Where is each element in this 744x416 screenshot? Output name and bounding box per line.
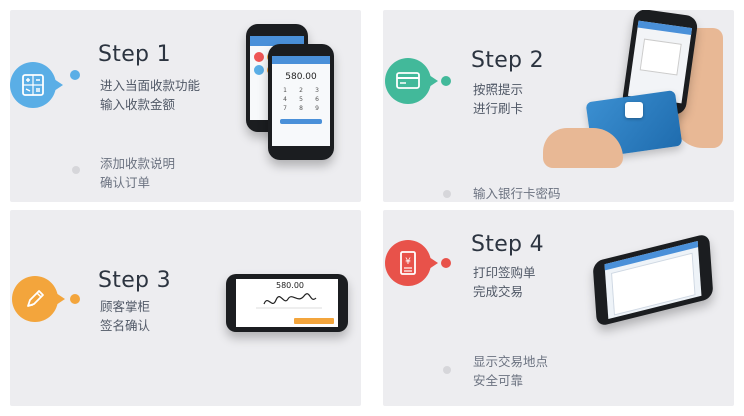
step-4-title: Step 4 bbox=[471, 232, 544, 257]
step-2-panel: Step 2 按照提示 进行刷卡 输入银行卡密码 bbox=[383, 10, 734, 202]
accent-dot bbox=[70, 294, 80, 304]
svg-text:¥: ¥ bbox=[405, 257, 411, 267]
phone-front: 580.00 123456789 bbox=[268, 44, 334, 160]
note-dot bbox=[443, 366, 451, 374]
receipt-icon: ¥ bbox=[385, 240, 438, 286]
step-4-panel: ¥ Step 4 打印签购单 完成交易 显示交易地点 安全可靠 bbox=[383, 210, 734, 406]
note-dot bbox=[72, 166, 80, 174]
step-4-desc: 打印签购单 完成交易 bbox=[473, 265, 536, 299]
step-4-note: 显示交易地点 安全可靠 bbox=[473, 354, 549, 388]
card-reader-icon bbox=[385, 58, 438, 104]
pen-icon bbox=[12, 276, 65, 322]
step-3-panel: Step 3 顾客掌柜 签名确认 580.00 bbox=[10, 210, 361, 406]
accent-dot bbox=[441, 76, 451, 86]
step-2-title: Step 2 bbox=[471, 48, 544, 73]
hand-left bbox=[543, 128, 623, 168]
accent-dot bbox=[441, 258, 451, 268]
note-dot bbox=[443, 190, 451, 198]
step-1-note: 添加收款说明 确认订单 bbox=[100, 156, 176, 190]
phone-tilted bbox=[592, 233, 714, 327]
step-2-note: 输入银行卡密码 bbox=[473, 186, 561, 201]
calculator-icon bbox=[10, 62, 63, 108]
step-2-desc: 按照提示 进行刷卡 bbox=[473, 82, 524, 116]
step-1-title: Step 1 bbox=[98, 42, 171, 67]
accent-dot bbox=[70, 70, 80, 80]
step-3-desc: 顾客掌柜 签名确认 bbox=[100, 299, 151, 333]
phone-landscape: 580.00 bbox=[226, 274, 348, 332]
signature-icon bbox=[256, 293, 322, 309]
amount-display: 580.00 bbox=[276, 281, 304, 290]
card-reader bbox=[625, 102, 643, 118]
step-1-panel: Step 1 进入当面收款功能 输入收款金额 添加收款说明 确认订单 580.0… bbox=[10, 10, 361, 202]
amount-display: 580.00 bbox=[285, 72, 317, 82]
step-1-desc: 进入当面收款功能 输入收款金额 bbox=[100, 78, 201, 112]
step-3-title: Step 3 bbox=[98, 268, 171, 293]
